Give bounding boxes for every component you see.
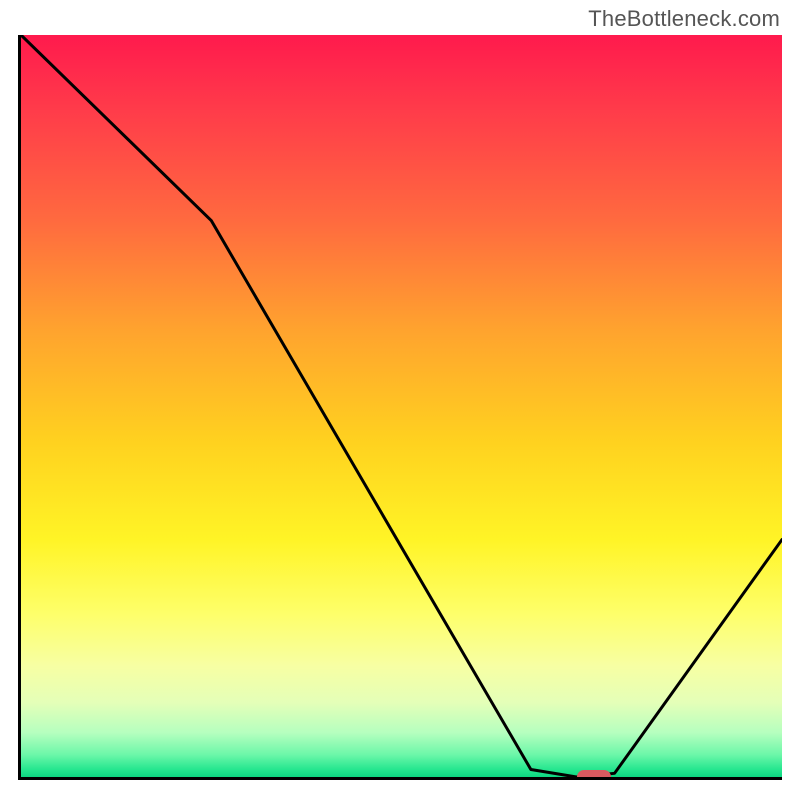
curve-path xyxy=(21,35,782,777)
curve-svg xyxy=(21,35,782,777)
watermark-text: TheBottleneck.com xyxy=(588,6,780,32)
optimum-marker xyxy=(577,770,611,780)
plot-area xyxy=(18,35,782,780)
